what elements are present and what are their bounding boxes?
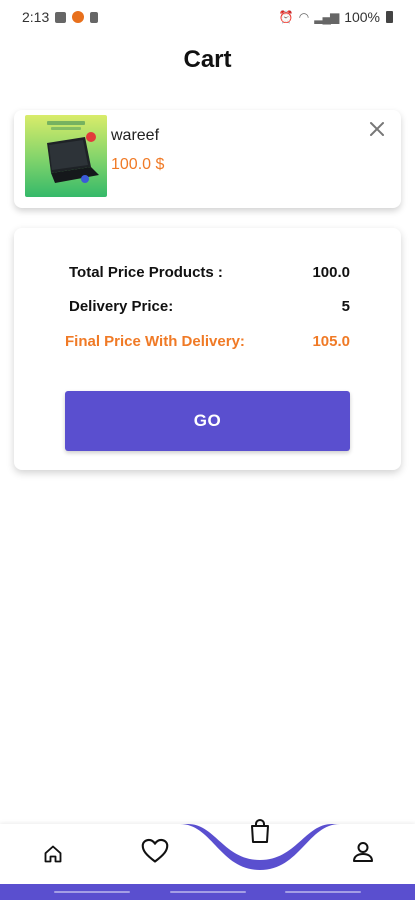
app-notification-icon (72, 11, 85, 23)
delivery-price-row: Delivery Price: 5 (69, 298, 350, 315)
alarm-icon: ⏰ (278, 10, 294, 24)
total-price-value: 100.0 (312, 264, 350, 281)
shopping-bag-icon[interactable] (245, 816, 275, 846)
home-gesture-bar[interactable] (170, 891, 246, 893)
gallery-notification-icon (55, 11, 67, 23)
final-price-label: Final Price With Delivery: (65, 333, 245, 350)
back-gesture-bar[interactable] (285, 891, 361, 893)
close-icon[interactable] (367, 120, 387, 140)
page-title: Cart (183, 46, 232, 73)
status-left: 2:13 (22, 9, 99, 25)
delivery-price-label: Delivery Price: (69, 298, 174, 315)
status-time: 2:13 (22, 9, 50, 25)
product-price: 100.0 $ (111, 156, 165, 173)
total-price-row: Total Price Products : 100.0 (69, 264, 350, 281)
heart-icon[interactable] (140, 836, 170, 866)
system-navigation-bar (0, 884, 415, 900)
battery-percent: 100% (344, 9, 380, 25)
bottom-navigation (0, 818, 415, 884)
recents-gesture-bar[interactable] (54, 891, 130, 893)
battery-icon (386, 11, 393, 23)
go-button[interactable]: GO (65, 391, 350, 451)
product-name: wareef (111, 127, 160, 144)
delivery-price-value: 5 (341, 298, 350, 315)
signal-icon: ▂▄▆ (314, 10, 339, 24)
user-icon[interactable] (348, 837, 378, 867)
total-price-label: Total Price Products : (69, 264, 223, 281)
final-price-row: Final Price With Delivery: 105.0 (65, 333, 350, 350)
storage-notification-icon (90, 11, 99, 23)
wifi-icon: ◠ (298, 10, 310, 24)
price-summary-card: Total Price Products : 100.0 Delivery Pr… (14, 228, 401, 470)
final-price-value: 105.0 (312, 333, 350, 350)
home-icon[interactable] (38, 839, 68, 869)
cart-item[interactable]: wareef 100.0 $ (14, 110, 401, 208)
laptop-product-image (25, 115, 107, 197)
status-right: ⏰ ◠ ▂▄▆ 100% (279, 9, 393, 25)
status-bar: 2:13 ⏰ ◠ ▂▄▆ 100% (0, 0, 415, 34)
